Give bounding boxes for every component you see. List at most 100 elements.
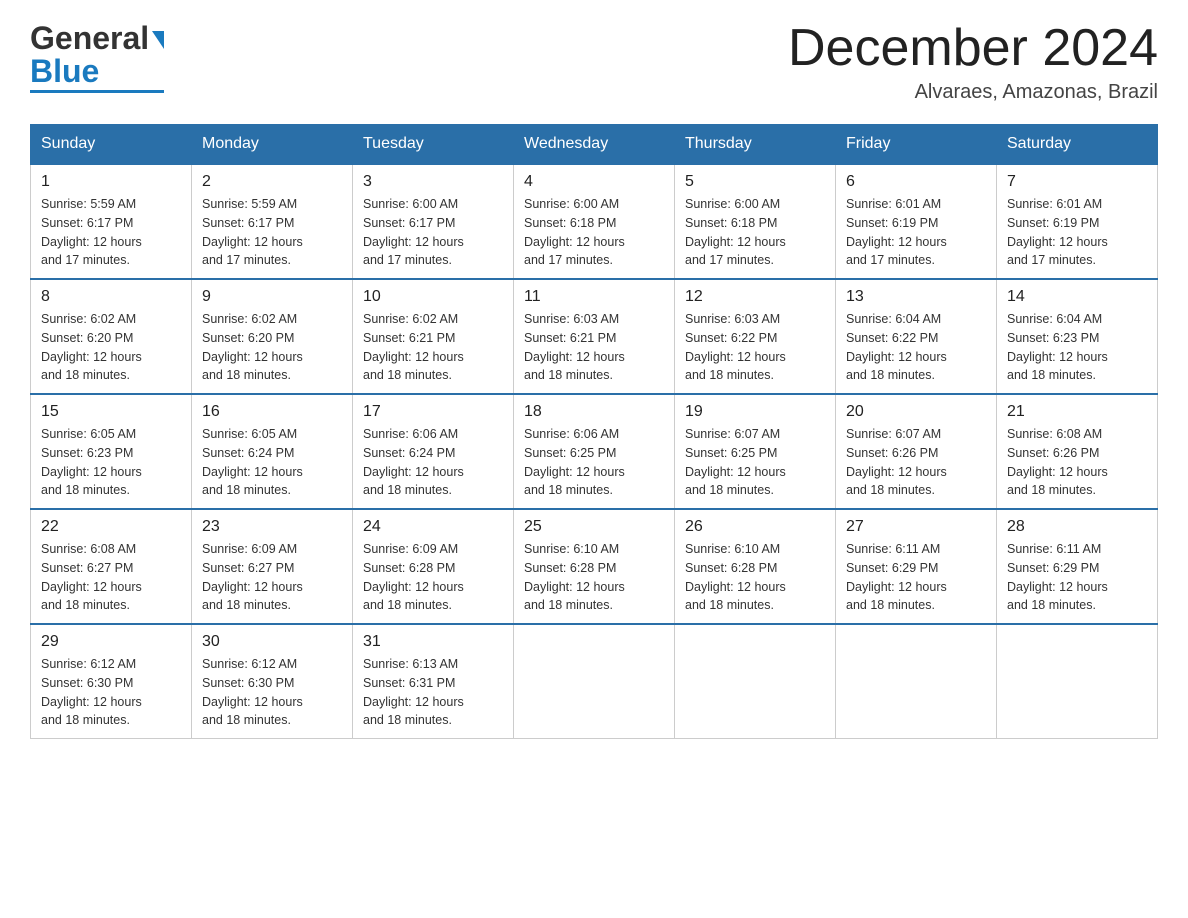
day-number: 2 — [202, 173, 342, 191]
day-number: 3 — [363, 173, 503, 191]
day-info: Sunrise: 6:07 AMSunset: 6:25 PMDaylight:… — [685, 425, 825, 500]
table-row: 10 Sunrise: 6:02 AMSunset: 6:21 PMDayligh… — [353, 279, 514, 394]
table-row — [997, 624, 1158, 739]
table-row: 2Sunrise: 5:59 AMSunset: 6:17 PMDaylight… — [192, 164, 353, 279]
day-number: 7 — [1007, 173, 1147, 191]
title-section: December 2024 Alvaraes, Amazonas, Brazil — [788, 20, 1158, 104]
table-row: 4 Sunrise: 6:00 AMSunset: 6:18 PMDaylight… — [514, 164, 675, 279]
day-number: 31 — [363, 633, 503, 651]
day-number: 29 — [41, 633, 181, 651]
day-info: Sunrise: 6:06 AMSunset: 6:25 PMDaylight:… — [524, 425, 664, 500]
day-info: Sunrise: 6:03 AMSunset: 6:22 PMDaylight:… — [685, 310, 825, 385]
day-number: 27 — [846, 518, 986, 536]
logo-blue: Blue — [30, 53, 99, 90]
day-info: Sunrise: 6:01 AMSunset: 6:19 PMDaylight:… — [846, 195, 986, 270]
logo-blue-underline — [30, 90, 164, 93]
table-row: 30 Sunrise: 6:12 AMSunset: 6:30 PMDayligh… — [192, 624, 353, 739]
table-row: 13 Sunrise: 6:04 AMSunset: 6:22 PMDayligh… — [836, 279, 997, 394]
day-number: 15 — [41, 403, 181, 421]
location-text: Alvaraes, Amazonas, Brazil — [788, 81, 1158, 104]
table-row: 17Sunrise: 6:06 AMSunset: 6:24 PMDayligh… — [353, 394, 514, 509]
day-info: Sunrise: 6:01 AMSunset: 6:19 PMDaylight:… — [1007, 195, 1147, 270]
day-number: 26 — [685, 518, 825, 536]
day-number: 11 — [524, 288, 664, 306]
table-row: 16 Sunrise: 6:05 AMSunset: 6:24 PMDayligh… — [192, 394, 353, 509]
day-number: 14 — [1007, 288, 1147, 306]
day-info: Sunrise: 6:12 AMSunset: 6:30 PMDaylight:… — [41, 655, 181, 730]
day-info: Sunrise: 6:09 AMSunset: 6:27 PMDaylight:… — [202, 540, 342, 615]
table-row: 20Sunrise: 6:07 AMSunset: 6:26 PMDayligh… — [836, 394, 997, 509]
weekday-header-row: Sunday Monday Tuesday Wednesday Thursday… — [31, 125, 1158, 165]
day-info: Sunrise: 6:05 AMSunset: 6:24 PMDaylight:… — [202, 425, 342, 500]
table-row — [514, 624, 675, 739]
header-monday: Monday — [192, 125, 353, 165]
header-friday: Friday — [836, 125, 997, 165]
table-row: 12 Sunrise: 6:03 AMSunset: 6:22 PMDayligh… — [675, 279, 836, 394]
day-info: Sunrise: 6:12 AMSunset: 6:30 PMDaylight:… — [202, 655, 342, 730]
header-saturday: Saturday — [997, 125, 1158, 165]
day-number: 1 — [41, 173, 181, 191]
day-info: Sunrise: 6:06 AMSunset: 6:24 PMDaylight:… — [363, 425, 503, 500]
logo: General Blue — [30, 20, 164, 93]
header-tuesday: Tuesday — [353, 125, 514, 165]
table-row: 19Sunrise: 6:07 AMSunset: 6:25 PMDayligh… — [675, 394, 836, 509]
table-row: 11 Sunrise: 6:03 AMSunset: 6:21 PMDayligh… — [514, 279, 675, 394]
day-number: 16 — [202, 403, 342, 421]
day-info: Sunrise: 6:08 AMSunset: 6:27 PMDaylight:… — [41, 540, 181, 615]
week-row-4: 22Sunrise: 6:08 AMSunset: 6:27 PMDayligh… — [31, 509, 1158, 624]
day-info: Sunrise: 6:07 AMSunset: 6:26 PMDaylight:… — [846, 425, 986, 500]
day-number: 12 — [685, 288, 825, 306]
day-info: Sunrise: 6:10 AMSunset: 6:28 PMDaylight:… — [524, 540, 664, 615]
day-info: Sunrise: 6:13 AMSunset: 6:31 PMDaylight:… — [363, 655, 503, 730]
day-number: 25 — [524, 518, 664, 536]
logo-general: General — [30, 20, 149, 57]
day-number: 13 — [846, 288, 986, 306]
table-row: 31 Sunrise: 6:13 AMSunset: 6:31 PMDayligh… — [353, 624, 514, 739]
logo-triangle-icon — [152, 31, 164, 49]
table-row: 22Sunrise: 6:08 AMSunset: 6:27 PMDayligh… — [31, 509, 192, 624]
header-wednesday: Wednesday — [514, 125, 675, 165]
table-row: 8Sunrise: 6:02 AMSunset: 6:20 PMDaylight… — [31, 279, 192, 394]
week-row-3: 15 Sunrise: 6:05 AMSunset: 6:23 PMDayligh… — [31, 394, 1158, 509]
day-info: Sunrise: 6:03 AMSunset: 6:21 PMDaylight:… — [524, 310, 664, 385]
table-row: 3 Sunrise: 6:00 AMSunset: 6:17 PMDaylight… — [353, 164, 514, 279]
day-number: 18 — [524, 403, 664, 421]
day-info: Sunrise: 6:02 AMSunset: 6:20 PMDaylight:… — [202, 310, 342, 385]
table-row: 14Sunrise: 6:04 AMSunset: 6:23 PMDayligh… — [997, 279, 1158, 394]
day-info: Sunrise: 6:00 AMSunset: 6:17 PMDaylight:… — [363, 195, 503, 270]
day-info: Sunrise: 5:59 AMSunset: 6:17 PMDaylight:… — [41, 195, 181, 270]
day-info: Sunrise: 6:05 AMSunset: 6:23 PMDaylight:… — [41, 425, 181, 500]
table-row: 18 Sunrise: 6:06 AMSunset: 6:25 PMDayligh… — [514, 394, 675, 509]
table-row: 27 Sunrise: 6:11 AMSunset: 6:29 PMDayligh… — [836, 509, 997, 624]
day-number: 28 — [1007, 518, 1147, 536]
day-number: 30 — [202, 633, 342, 651]
day-info: Sunrise: 6:00 AMSunset: 6:18 PMDaylight:… — [524, 195, 664, 270]
day-info: Sunrise: 6:02 AMSunset: 6:20 PMDaylight:… — [41, 310, 181, 385]
day-number: 9 — [202, 288, 342, 306]
day-number: 5 — [685, 173, 825, 191]
day-info: Sunrise: 6:11 AMSunset: 6:29 PMDaylight:… — [846, 540, 986, 615]
header-thursday: Thursday — [675, 125, 836, 165]
table-row: 26 Sunrise: 6:10 AMSunset: 6:28 PMDayligh… — [675, 509, 836, 624]
day-info: Sunrise: 6:09 AMSunset: 6:28 PMDaylight:… — [363, 540, 503, 615]
day-info: Sunrise: 6:04 AMSunset: 6:22 PMDaylight:… — [846, 310, 986, 385]
table-row: 1 Sunrise: 5:59 AMSunset: 6:17 PMDaylight… — [31, 164, 192, 279]
page-header: General Blue December 2024 Alvaraes, Ama… — [30, 20, 1158, 104]
table-row — [836, 624, 997, 739]
week-row-2: 8Sunrise: 6:02 AMSunset: 6:20 PMDaylight… — [31, 279, 1158, 394]
day-number: 4 — [524, 173, 664, 191]
table-row: 15 Sunrise: 6:05 AMSunset: 6:23 PMDayligh… — [31, 394, 192, 509]
day-number: 10 — [363, 288, 503, 306]
day-info: Sunrise: 6:11 AMSunset: 6:29 PMDaylight:… — [1007, 540, 1147, 615]
day-info: Sunrise: 6:00 AMSunset: 6:18 PMDaylight:… — [685, 195, 825, 270]
day-info: Sunrise: 6:10 AMSunset: 6:28 PMDaylight:… — [685, 540, 825, 615]
table-row: 28 Sunrise: 6:11 AMSunset: 6:29 PMDayligh… — [997, 509, 1158, 624]
table-row: 23Sunrise: 6:09 AMSunset: 6:27 PMDayligh… — [192, 509, 353, 624]
table-row: 24 Sunrise: 6:09 AMSunset: 6:28 PMDayligh… — [353, 509, 514, 624]
table-row: 9 Sunrise: 6:02 AMSunset: 6:20 PMDaylight… — [192, 279, 353, 394]
day-number: 24 — [363, 518, 503, 536]
week-row-1: 1 Sunrise: 5:59 AMSunset: 6:17 PMDaylight… — [31, 164, 1158, 279]
table-row: 29 Sunrise: 6:12 AMSunset: 6:30 PMDayligh… — [31, 624, 192, 739]
day-number: 21 — [1007, 403, 1147, 421]
day-info: Sunrise: 6:02 AMSunset: 6:21 PMDaylight:… — [363, 310, 503, 385]
